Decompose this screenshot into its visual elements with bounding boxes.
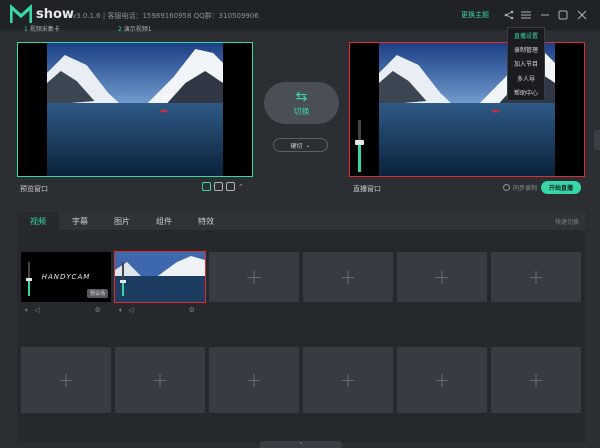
tab-4[interactable]: 特效	[185, 212, 227, 230]
empty-source-slot[interactable]: +	[397, 347, 487, 413]
maximize-icon[interactable]	[556, 8, 570, 22]
layout-split-icon[interactable]	[226, 182, 235, 191]
tab-3[interactable]: 组件	[143, 212, 185, 230]
speaker-icon[interactable]: 🔈︎	[119, 306, 123, 315]
live-window[interactable]	[349, 42, 585, 177]
source-1-controls: 🔈︎ ◁ ⚙︎	[25, 306, 101, 315]
layout-switcher: ⌃	[202, 182, 244, 191]
sync-record-label: 同步录制	[513, 185, 538, 192]
preview-window-label: 预览窗口	[20, 185, 48, 193]
empty-source-slot[interactable]: +	[491, 347, 581, 413]
menu-icon[interactable]	[519, 8, 533, 22]
switch-button[interactable]: ⇆ 切换	[264, 82, 339, 124]
switch-label: 切换	[293, 106, 310, 116]
menu-item-0[interactable]: 直播设置	[508, 28, 544, 42]
settings-dropdown-menu: 直播设置 录制管理 加入节目 多人导 帮助中心	[507, 27, 545, 101]
empty-source-slot[interactable]: +	[303, 252, 393, 302]
menu-item-1[interactable]: 录制管理	[508, 42, 544, 56]
change-theme-link[interactable]: 更换主题	[461, 10, 489, 20]
empty-source-slot[interactable]: +	[115, 347, 205, 413]
speaker-icon[interactable]: 🔈︎	[25, 306, 29, 315]
chevron-down-icon: ⌄	[305, 141, 311, 149]
live-window-label: 直播窗口	[353, 185, 381, 193]
title-bar: show v3.0.1.6 | 客服电话：15989160958 QQ群：310…	[0, 0, 600, 30]
menu-item-2[interactable]: 加入节目	[508, 57, 544, 71]
tab-0[interactable]: 视频	[17, 212, 59, 230]
version-contact-info: v3.0.1.6 | 客服电话：15989160958 QQ群：31050990…	[72, 12, 259, 20]
tab-1[interactable]: 字幕	[59, 212, 101, 230]
layout-single-icon[interactable]	[202, 182, 211, 191]
live-volume-slider[interactable]	[355, 120, 364, 172]
source-2-title: 2 演示视频1	[118, 26, 152, 33]
empty-source-slot[interactable]: +	[209, 252, 299, 302]
bottom-collapse-handle[interactable]: ⌃	[260, 441, 342, 448]
app-window: show v3.0.1.6 | 客服电话：15989160958 QQ群：310…	[0, 0, 600, 448]
chevron-up-icon: ⌃	[298, 441, 304, 448]
empty-source-slot[interactable]: +	[209, 347, 299, 413]
layout-pip-icon[interactable]	[214, 182, 223, 191]
mic-icon[interactable]: ◁	[34, 306, 39, 315]
video-thumbnail	[115, 252, 205, 302]
chevron-up-icon[interactable]: ⌃	[238, 183, 244, 191]
source-2-controls: 🔈︎ ◁ ⚙︎	[119, 306, 195, 315]
switch-arrows-icon: ⇆	[295, 88, 308, 105]
settings-icon[interactable]: ⚙︎	[95, 306, 101, 315]
preview-video-frame	[47, 43, 223, 176]
switch-mode-select[interactable]: 硬切 ⌄	[273, 138, 328, 152]
settings-icon[interactable]: ⚙︎	[189, 306, 195, 315]
mic-icon[interactable]: ◁	[128, 306, 133, 315]
source-1-volume-slider[interactable]	[26, 262, 32, 296]
source-cell-camera[interactable]: HANDYCAM 预设场	[21, 252, 111, 302]
app-name: show	[36, 7, 74, 22]
empty-source-slot[interactable]: +	[491, 252, 581, 302]
switch-mode-value: 硬切	[290, 142, 303, 150]
source-2-volume-slider[interactable]	[120, 262, 126, 296]
empty-source-slot[interactable]: +	[21, 347, 111, 413]
minimize-icon[interactable]	[538, 8, 552, 22]
close-icon[interactable]	[575, 8, 589, 22]
empty-source-slot[interactable]: +	[397, 252, 487, 302]
preview-window[interactable]	[17, 42, 253, 177]
tab-2[interactable]: 图片	[101, 212, 143, 230]
radio-icon	[503, 184, 510, 191]
menu-item-4[interactable]: 帮助中心	[508, 86, 544, 100]
source-tabs: 视频 字幕 图片 组件 特效	[17, 212, 585, 230]
side-collapse-handle[interactable]	[594, 130, 600, 150]
logo-icon	[10, 4, 32, 23]
camera-brand-text: HANDYCAM	[41, 273, 91, 281]
quick-switch-link[interactable]: 快速切换	[555, 217, 579, 226]
source-cell-video[interactable]	[114, 251, 206, 303]
preset-badge[interactable]: 预设场	[86, 289, 108, 298]
empty-source-slot[interactable]: +	[303, 347, 393, 413]
sync-record-checkbox[interactable]: 同步录制	[503, 183, 537, 192]
menu-item-3[interactable]: 多人导	[508, 71, 544, 85]
start-live-button[interactable]: 开始直播	[541, 181, 581, 194]
source-1-title: 1 视频采集卡	[24, 26, 60, 33]
share-icon[interactable]	[502, 8, 516, 22]
